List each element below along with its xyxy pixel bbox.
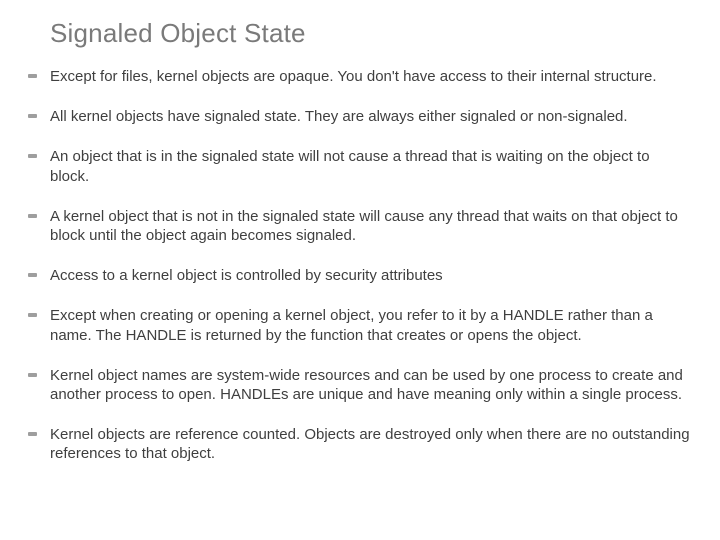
list-item: Kernel object names are system-wide reso… xyxy=(28,366,692,404)
list-item: Except when creating or opening a kernel… xyxy=(28,306,692,344)
bullet-list: Except for files, kernel objects are opa… xyxy=(28,67,692,463)
page-title: Signaled Object State xyxy=(50,18,692,49)
list-item: Kernel objects are reference counted. Ob… xyxy=(28,425,692,463)
list-item: A kernel object that is not in the signa… xyxy=(28,207,692,245)
list-item: Except for files, kernel objects are opa… xyxy=(28,67,692,86)
slide: Signaled Object State Except for files, … xyxy=(0,0,720,540)
list-item: An object that is in the signaled state … xyxy=(28,147,692,185)
list-item: All kernel objects have signaled state. … xyxy=(28,107,692,126)
list-item: Access to a kernel object is controlled … xyxy=(28,266,692,285)
